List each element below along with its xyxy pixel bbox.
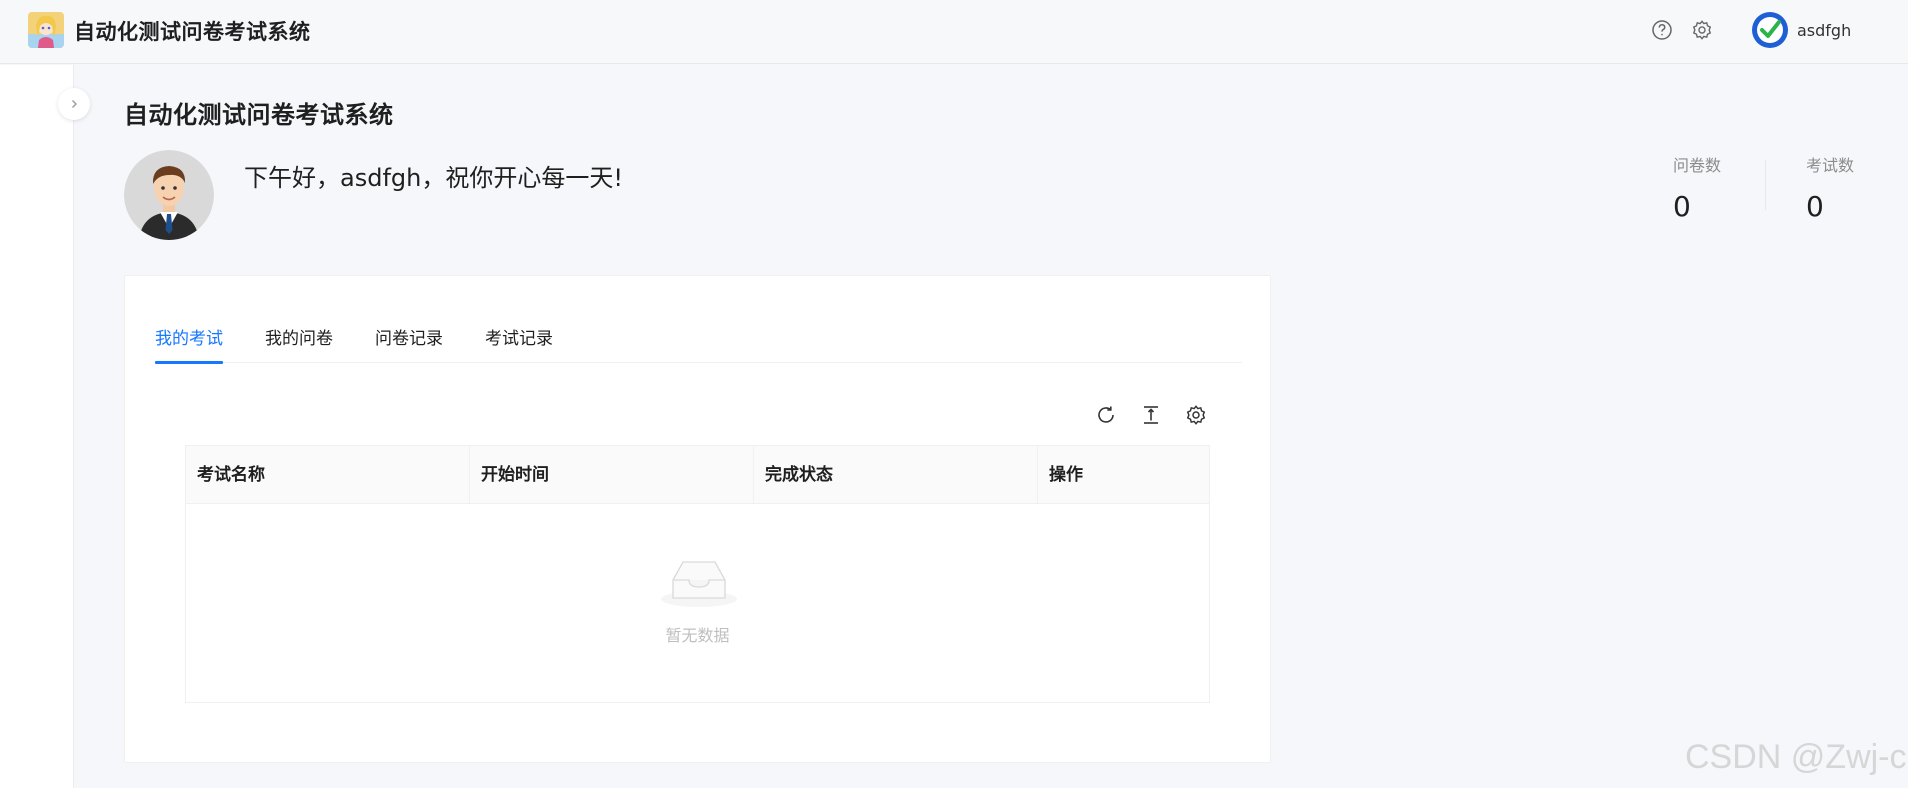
gear-icon[interactable] (1689, 17, 1715, 43)
empty-inbox-icon (659, 554, 739, 610)
column-header-actions[interactable]: 操作 (1038, 446, 1209, 504)
tab-my-exams[interactable]: 我的考试 (155, 324, 223, 364)
top-header: 自动化测试问卷考试系统 asdfgh (0, 0, 1908, 64)
stat-label: 问卷数 (1673, 156, 1722, 175)
user-name[interactable]: asdfgh (1797, 21, 1851, 40)
sidebar-collapse-button[interactable] (58, 88, 90, 120)
content-card: 我的考试 我的问卷 问卷记录 考试记录 考试名称 开始时间 完成状态 操作 暂无… (124, 275, 1271, 763)
column-header-status[interactable]: 完成状态 (754, 446, 1037, 504)
setting-icon[interactable] (1183, 402, 1209, 428)
page-title: 自动化测试问卷考试系统 (124, 101, 394, 129)
column-header-exam-name[interactable]: 考试名称 (186, 446, 469, 504)
tab-questionnaire-records[interactable]: 问卷记录 (375, 324, 443, 363)
watermark: CSDN @Zwj-c (1685, 738, 1907, 776)
column-header-start-time[interactable]: 开始时间 (470, 446, 753, 504)
table-header: 考试名称 开始时间 完成状态 操作 (186, 446, 1209, 504)
stat-value: 0 (1673, 190, 1691, 223)
sidebar (0, 65, 74, 788)
chevron-right-icon (72, 100, 77, 108)
column-height-icon[interactable] (1138, 402, 1164, 428)
stat-exam-count: 考试数 0 (1806, 152, 1854, 223)
empty-text: 暂无数据 (665, 626, 730, 645)
greeting-text: 下午好，asdfgh，祝你开心每一天! (244, 164, 623, 192)
app-title: 自动化测试问卷考试系统 (74, 20, 311, 44)
stat-questionnaire-count: 问卷数 0 (1673, 152, 1721, 223)
stat-value: 0 (1806, 190, 1824, 223)
question-circle-icon[interactable] (1649, 17, 1675, 43)
app-logo[interactable] (28, 12, 64, 48)
stat-divider (1765, 160, 1766, 210)
reload-icon[interactable] (1093, 402, 1119, 428)
user-avatar[interactable] (1752, 12, 1788, 48)
tab-my-questionnaires[interactable]: 我的问卷 (265, 324, 333, 363)
exam-table: 考试名称 开始时间 完成状态 操作 暂无数据 (185, 445, 1210, 703)
tab-bar: 我的考试 我的问卷 问卷记录 考试记录 (155, 306, 1242, 364)
table-empty-state: 暂无数据 (186, 504, 1209, 702)
stat-label: 考试数 (1806, 156, 1855, 175)
profile-avatar (124, 150, 214, 240)
tab-exam-records[interactable]: 考试记录 (485, 324, 553, 363)
